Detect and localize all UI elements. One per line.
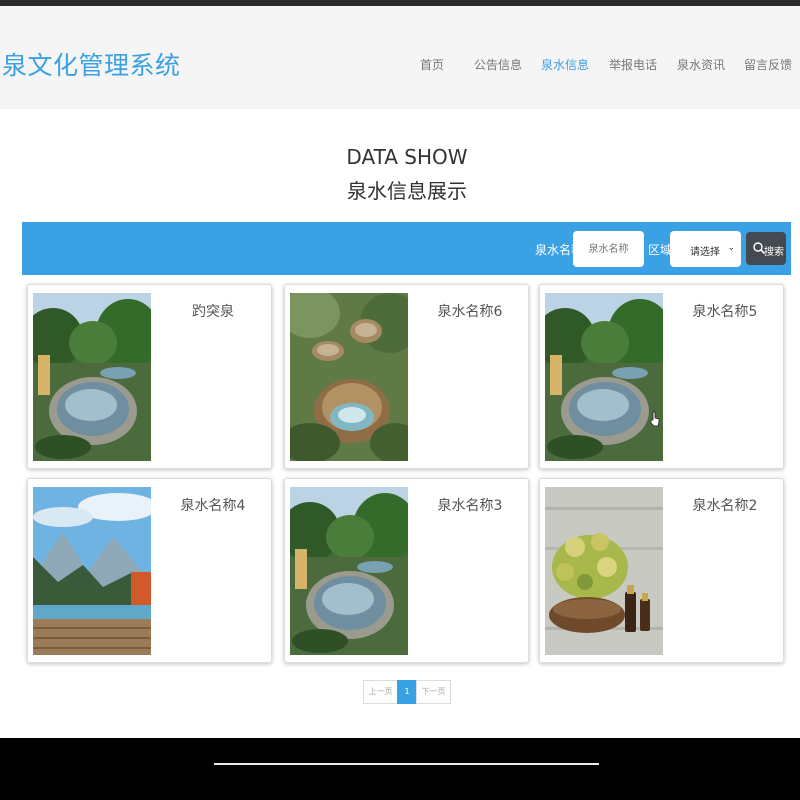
main-content: DATA SHOW 泉水信息展示 泉水名称 区域 请选择 ⌄ 搜索 bbox=[0, 109, 800, 738]
site-header: 泉文化管理系统 首页 公告信息 泉水信息 举报电话 泉水资讯 留言反馈 bbox=[0, 6, 800, 109]
nav-spring-info[interactable]: 泉水信息 bbox=[541, 56, 589, 73]
section-title-cn: 泉水信息展示 bbox=[347, 179, 467, 203]
progress-line bbox=[214, 763, 599, 765]
nav-spring-news[interactable]: 泉水资讯 bbox=[677, 56, 725, 73]
search-button[interactable]: 搜索 bbox=[746, 232, 786, 265]
chevron-down-icon: ⌄ bbox=[727, 243, 735, 253]
page-1-button[interactable]: 1 bbox=[397, 680, 417, 704]
area-label: 区域 bbox=[648, 243, 673, 257]
search-bar: 泉水名称 区域 请选择 ⌄ 搜索 bbox=[22, 222, 791, 275]
spring-card-title: 泉水名称2 bbox=[692, 498, 758, 514]
spring-card[interactable]: 泉水名称2 bbox=[539, 478, 784, 663]
spring-card-title: 泉水名称6 bbox=[437, 304, 503, 320]
spring-thumbnail bbox=[290, 487, 408, 655]
spring-thumbnail bbox=[545, 487, 663, 655]
area-select[interactable]: 请选择 ⌄ bbox=[670, 231, 741, 267]
spring-card[interactable]: 泉水名称5 bbox=[539, 284, 784, 469]
area-select-value: 请选择 bbox=[690, 247, 720, 258]
nav-notices[interactable]: 公告信息 bbox=[474, 56, 522, 73]
spring-card[interactable]: 泉水名称6 bbox=[284, 284, 529, 469]
spring-thumbnail bbox=[33, 487, 151, 655]
spring-thumbnail bbox=[545, 293, 663, 461]
spring-card-title: 趵突泉 bbox=[192, 304, 234, 320]
search-button-label: 搜索 bbox=[764, 247, 784, 258]
spring-card[interactable]: 趵突泉 bbox=[27, 284, 272, 469]
next-page-button[interactable]: 下一页 bbox=[416, 680, 451, 704]
spring-card-title: 泉水名称3 bbox=[437, 498, 503, 514]
spring-card[interactable]: 泉水名称3 bbox=[284, 478, 529, 663]
spring-thumbnail bbox=[33, 293, 151, 461]
spring-thumbnail bbox=[290, 293, 408, 461]
site-brand[interactable]: 泉文化管理系统 bbox=[2, 46, 181, 82]
bottom-bar bbox=[0, 738, 800, 800]
spring-card-title: 泉水名称4 bbox=[180, 498, 246, 514]
nav-report-phone[interactable]: 举报电话 bbox=[609, 56, 657, 73]
spring-card[interactable]: 泉水名称4 bbox=[27, 478, 272, 663]
hand-cursor-icon bbox=[650, 411, 660, 427]
spring-name-input[interactable] bbox=[573, 231, 644, 267]
nav-home[interactable]: 首页 bbox=[420, 56, 444, 73]
nav-feedback[interactable]: 留言反馈 bbox=[744, 56, 792, 73]
spring-card-title: 泉水名称5 bbox=[692, 304, 758, 320]
section-title-en: DATA SHOW bbox=[346, 145, 468, 169]
prev-page-button[interactable]: 上一页 bbox=[363, 680, 398, 704]
